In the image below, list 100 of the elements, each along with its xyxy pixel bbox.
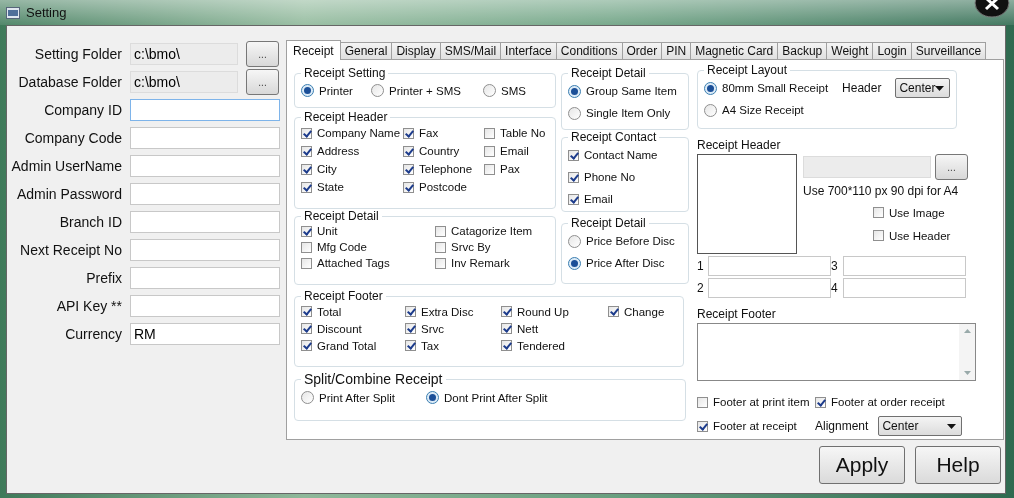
checkbox[interactable]: Company Name bbox=[301, 124, 401, 142]
radio-button[interactable]: Printer + SMS bbox=[371, 82, 461, 99]
text-field[interactable]: c:\bmo\ bbox=[130, 43, 238, 65]
group-title: Receipt Contact bbox=[570, 130, 658, 144]
header-line-field[interactable] bbox=[843, 256, 966, 276]
tab[interactable]: Conditions bbox=[555, 42, 623, 59]
radio-button[interactable]: Dont Print After Split bbox=[426, 389, 548, 406]
group-title: Receipt Header bbox=[303, 110, 389, 124]
checkbox[interactable]: Nett bbox=[501, 320, 539, 337]
image-path-field[interactable] bbox=[803, 156, 931, 178]
group-title: Receipt Layout bbox=[706, 63, 789, 77]
text-field[interactable] bbox=[130, 99, 280, 121]
checkbox[interactable]: Footer at order receipt bbox=[815, 392, 975, 412]
radio-button[interactable]: Print After Split bbox=[301, 389, 396, 406]
scrollbar[interactable] bbox=[959, 324, 975, 380]
text-field[interactable]: c:\bmo\ bbox=[130, 71, 238, 93]
close-icon[interactable] bbox=[974, 0, 1010, 18]
checkbox[interactable]: Country bbox=[403, 142, 460, 160]
tab[interactable]: PIN bbox=[661, 42, 692, 59]
checkbox[interactable]: Pax bbox=[484, 160, 520, 178]
alignment-dropdown[interactable]: Center bbox=[878, 416, 963, 436]
text-field[interactable]: RM bbox=[130, 323, 280, 345]
radio-button[interactable]: Single Item Only bbox=[568, 102, 671, 124]
radio-button[interactable]: Price Before Disc bbox=[568, 230, 675, 252]
tab[interactable]: Backup bbox=[777, 42, 828, 59]
text-field[interactable] bbox=[130, 183, 280, 205]
checkbox[interactable]: Use Image bbox=[873, 204, 945, 221]
field-label: Setting Folder bbox=[33, 46, 123, 62]
checkbox[interactable]: Extra Disc bbox=[405, 303, 474, 320]
checkbox[interactable]: Inv Remark bbox=[435, 255, 510, 271]
checkbox[interactable]: Mfg Code bbox=[301, 239, 367, 255]
checkbox[interactable]: Change bbox=[608, 303, 665, 320]
text-field[interactable] bbox=[130, 211, 280, 233]
checkbox[interactable]: Grand Total bbox=[301, 337, 377, 354]
footer-text-area[interactable] bbox=[697, 323, 976, 381]
tab[interactable]: Weight bbox=[826, 42, 874, 59]
text-field[interactable] bbox=[130, 155, 280, 177]
checkbox[interactable]: Round Up bbox=[501, 303, 569, 320]
text-field[interactable] bbox=[130, 267, 280, 289]
tab[interactable]: Interface bbox=[500, 42, 557, 59]
checkbox[interactable]: Fax bbox=[403, 124, 439, 142]
checkbox[interactable]: Tendered bbox=[501, 337, 565, 354]
dialog-button[interactable]: Help bbox=[915, 446, 1001, 484]
browse-button[interactable]: ... bbox=[935, 154, 968, 180]
checkbox[interactable]: Phone No bbox=[568, 166, 636, 188]
text-field[interactable] bbox=[130, 239, 280, 261]
checkbox[interactable]: Email bbox=[568, 188, 613, 210]
checkbox[interactable]: Footer at receipt bbox=[697, 417, 815, 435]
window-icon bbox=[6, 6, 20, 19]
checkbox[interactable]: Table No bbox=[484, 124, 546, 142]
checkbox[interactable]: Catagorize Item bbox=[435, 223, 533, 239]
radio-button[interactable]: SMS bbox=[483, 82, 526, 99]
radio-button[interactable]: 80mm Small Receipt bbox=[704, 77, 829, 99]
radio-button[interactable]: A4 Size Receipt bbox=[704, 99, 950, 121]
window-title: Setting bbox=[26, 5, 67, 20]
tab[interactable]: General bbox=[339, 42, 393, 59]
radio-button[interactable]: Printer bbox=[301, 82, 353, 99]
tab[interactable]: Surveillance bbox=[910, 42, 987, 59]
checkbox[interactable]: Footer at print item bbox=[697, 393, 815, 411]
checkbox[interactable]: Total bbox=[301, 303, 342, 320]
checkbox[interactable]: Discount bbox=[301, 320, 362, 337]
tab[interactable]: Display bbox=[391, 42, 441, 59]
browse-button[interactable]: ... bbox=[246, 41, 279, 67]
header-dropdown[interactable]: Center bbox=[895, 78, 951, 98]
checkbox[interactable]: Telephone bbox=[403, 160, 473, 178]
header-line-field[interactable] bbox=[708, 278, 831, 298]
browse-button[interactable]: ... bbox=[246, 69, 279, 95]
checkbox[interactable]: Contact Name bbox=[568, 144, 658, 166]
checkbox[interactable]: Address bbox=[301, 142, 360, 160]
checkbox[interactable]: Attached Tags bbox=[301, 255, 390, 271]
group-title: Split/Combine Receipt bbox=[303, 371, 444, 387]
tab[interactable]: Order bbox=[621, 42, 663, 59]
checkbox[interactable]: Email bbox=[484, 142, 529, 160]
checkbox[interactable]: Use Header bbox=[873, 227, 951, 244]
tab[interactable]: Login bbox=[872, 42, 912, 59]
radio-button[interactable]: Price After Disc bbox=[568, 252, 665, 274]
checkbox[interactable]: Srvc bbox=[405, 320, 444, 337]
field-label: Database Folder bbox=[17, 74, 123, 90]
scroll-up-icon[interactable] bbox=[963, 329, 971, 333]
line-number: 4 bbox=[831, 281, 839, 295]
scroll-down-icon[interactable] bbox=[963, 371, 971, 375]
checkbox[interactable]: Tax bbox=[405, 337, 439, 354]
tab[interactable]: SMS/Mail bbox=[439, 42, 502, 59]
text-field[interactable] bbox=[130, 127, 280, 149]
header-line-field[interactable] bbox=[843, 278, 966, 298]
checkbox[interactable]: Srvc By bbox=[435, 239, 491, 255]
header-line-field[interactable] bbox=[708, 256, 831, 276]
radio-button[interactable]: Group Same Item bbox=[568, 80, 677, 102]
tab[interactable]: Receipt bbox=[286, 40, 341, 60]
checkbox[interactable]: State bbox=[301, 178, 344, 196]
checkbox[interactable]: Postcode bbox=[403, 178, 467, 196]
tab[interactable]: Magnetic Card bbox=[690, 42, 779, 59]
checkbox[interactable]: Unit bbox=[301, 223, 338, 239]
line-number: 3 bbox=[831, 259, 839, 273]
checkbox[interactable]: City bbox=[301, 160, 337, 178]
dropdown-arrow-icon bbox=[947, 423, 957, 429]
text-field[interactable] bbox=[130, 295, 280, 317]
dialog-button[interactable]: Apply bbox=[819, 446, 905, 484]
header-label: Header bbox=[842, 81, 882, 95]
group-title: Receipt Setting bbox=[303, 66, 387, 80]
